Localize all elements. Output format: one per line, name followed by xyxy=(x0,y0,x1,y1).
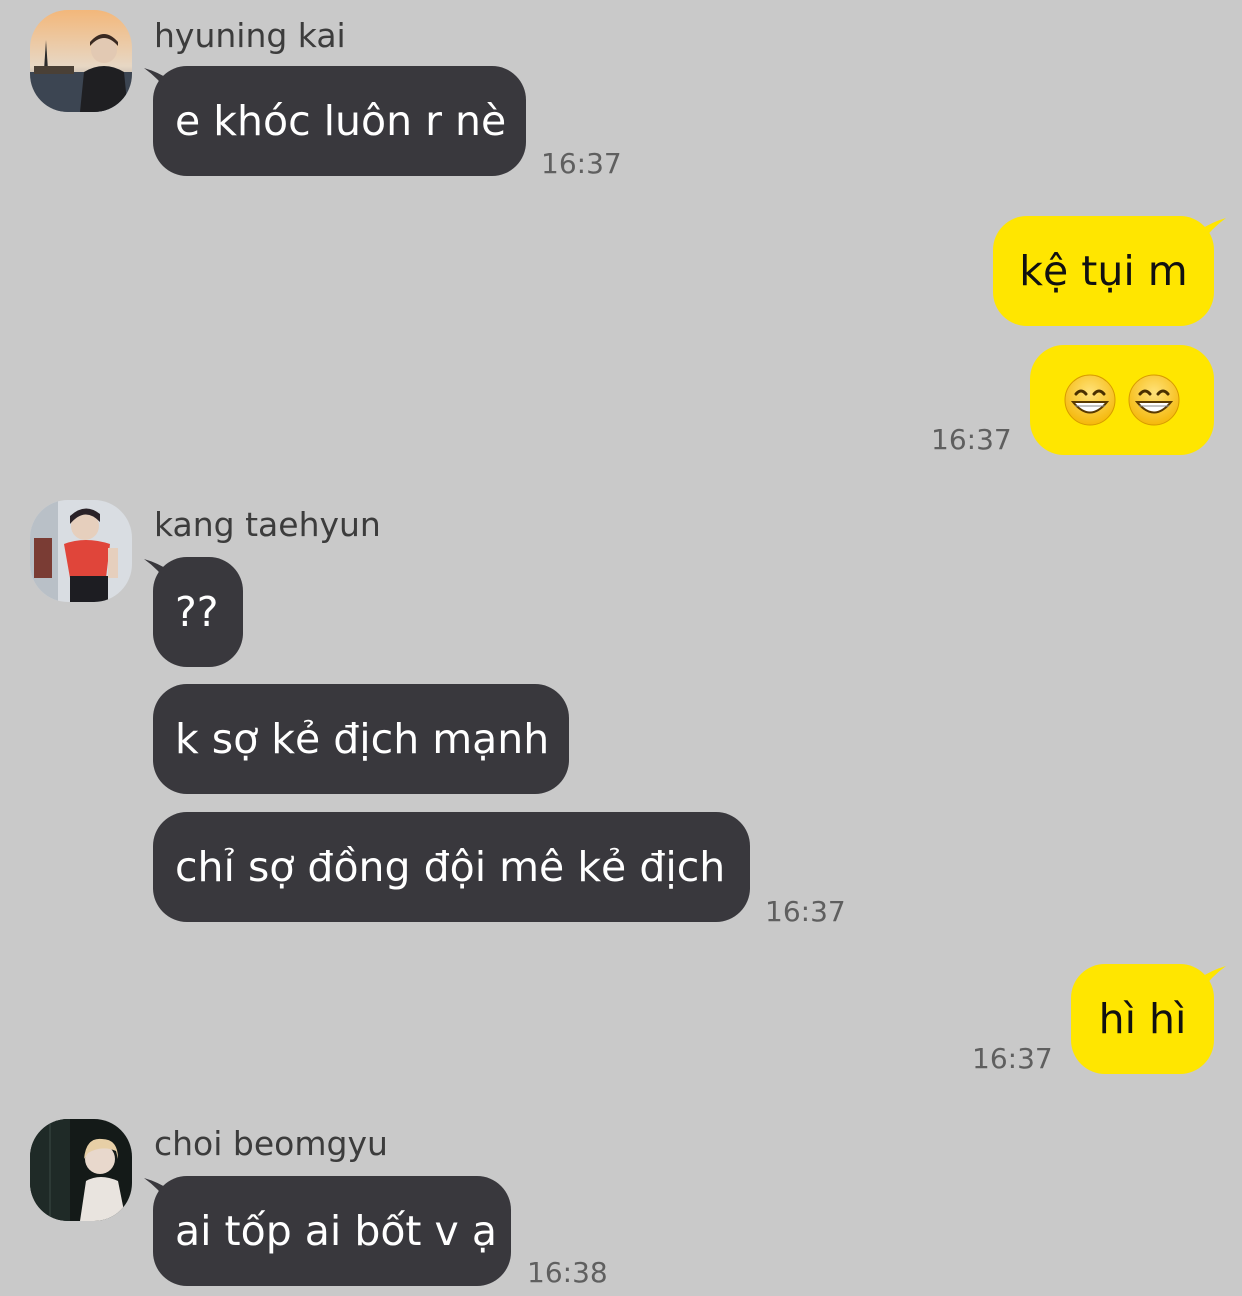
sender-name: kang taehyun xyxy=(154,505,381,544)
message-time: 16:37 xyxy=(541,147,622,180)
message-text: k sợ kẻ địch mạnh xyxy=(175,715,550,763)
message-text: ai tốp ai bốt v ạ xyxy=(175,1207,497,1255)
message-bubble-incoming[interactable]: ?? xyxy=(153,557,243,667)
message-text: chỉ sợ đồng đội mê kẻ địch xyxy=(175,843,726,891)
sender-name: choi beomgyu xyxy=(154,1124,388,1163)
message-time: 16:37 xyxy=(765,895,846,928)
avatar-choi-beomgyu[interactable] xyxy=(30,1119,132,1221)
message-text: e khóc luôn r nè xyxy=(175,97,507,145)
message-text: hì hì xyxy=(1098,995,1187,1043)
message-time: 16:37 xyxy=(931,423,1012,456)
grinning-face-emoji xyxy=(1064,374,1116,426)
sender-name: hyuning kai xyxy=(154,16,346,55)
grinning-face-emoji xyxy=(1128,374,1180,426)
message-bubble-incoming[interactable]: chỉ sợ đồng đội mê kẻ địch xyxy=(153,812,750,922)
message-time: 16:38 xyxy=(527,1256,608,1289)
chat-thread[interactable]: hyuning kai e khóc luôn r nè 16:37 kệ tụ… xyxy=(0,0,1242,1296)
message-bubble-outgoing[interactable]: kệ tụi m xyxy=(993,216,1214,326)
message-bubble-incoming[interactable]: ai tốp ai bốt v ạ xyxy=(153,1176,511,1286)
message-bubble-incoming[interactable]: k sợ kẻ địch mạnh xyxy=(153,684,569,794)
message-time: 16:37 xyxy=(972,1042,1053,1075)
message-text: ?? xyxy=(175,588,219,636)
message-bubble-incoming[interactable]: e khóc luôn r nè xyxy=(153,66,526,176)
bubble-tail xyxy=(1200,966,1226,992)
bubble-tail xyxy=(1200,218,1226,244)
avatar-kang-taehyun[interactable] xyxy=(30,500,132,602)
message-bubble-outgoing[interactable] xyxy=(1030,345,1214,455)
message-bubble-outgoing[interactable]: hì hì xyxy=(1071,964,1214,1074)
message-text: kệ tụi m xyxy=(1019,247,1188,295)
avatar-hyuning-kai[interactable] xyxy=(30,10,132,112)
